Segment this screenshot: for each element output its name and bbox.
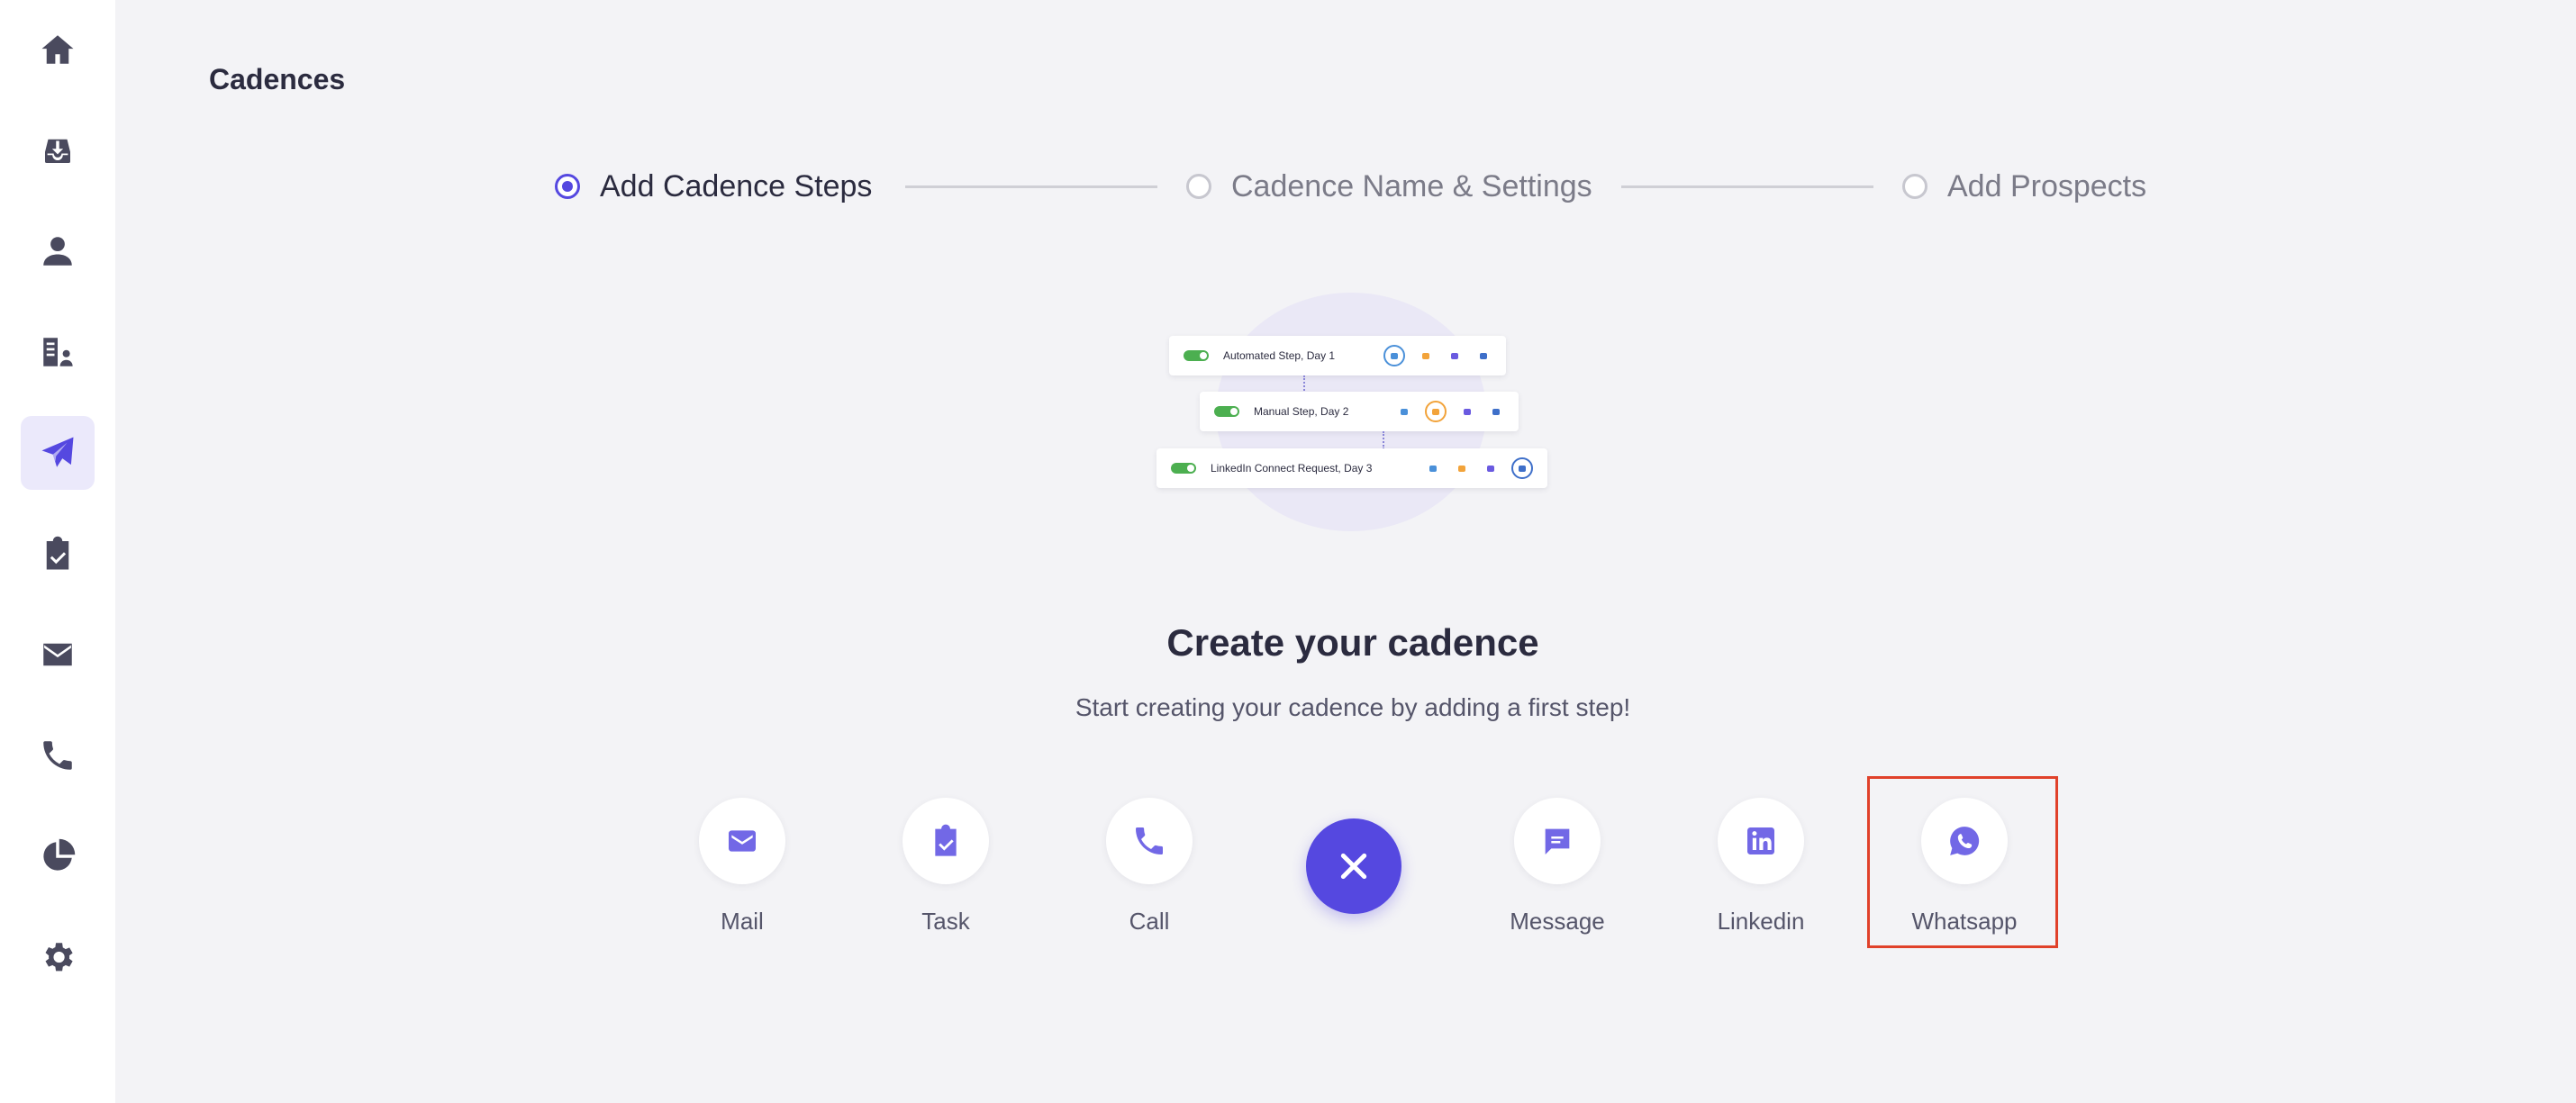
action-circle	[1718, 798, 1804, 884]
cadence-illustration: Automated Step, Day 1 Manual Step, Day 2…	[1153, 293, 1549, 536]
chat-message-icon	[1545, 828, 1570, 854]
action-label: Linkedin	[1717, 908, 1805, 935]
create-cadence-subheading: Start creating your cadence by adding a …	[1075, 693, 1631, 721]
action-circle	[699, 798, 785, 884]
toggle-on-icon	[1184, 350, 1209, 361]
message-icon	[1459, 403, 1475, 420]
mail-icon	[1425, 460, 1441, 476]
action-label: Message	[1510, 908, 1605, 935]
close-icon	[1340, 853, 1367, 880]
illustration-card: Manual Step, Day 2	[1200, 392, 1519, 431]
close-button[interactable]	[1306, 818, 1401, 914]
mail-icon	[1396, 403, 1412, 420]
phone-icon	[1136, 827, 1163, 854]
linkedin-icon	[1488, 403, 1504, 420]
sidebar-item-companies[interactable]	[21, 315, 95, 389]
illustration-card-label: Manual Step, Day 2	[1254, 405, 1349, 418]
linkedin-icon	[1747, 827, 1774, 854]
add-call-step-button[interactable]: Call	[1077, 798, 1221, 942]
sidebar-item-calls[interactable]	[21, 719, 95, 792]
step-radio	[1186, 174, 1211, 199]
person-icon	[43, 237, 72, 266]
sidebar-item-reports[interactable]	[21, 819, 95, 893]
phone-icon	[43, 741, 72, 770]
channel-icons	[1412, 457, 1533, 479]
add-linkedin-step-button[interactable]: Linkedin	[1689, 798, 1833, 942]
linkedin-icon	[1475, 348, 1492, 364]
phone-icon	[1425, 401, 1447, 422]
action-label: Call	[1129, 908, 1170, 935]
pie-chart-icon	[43, 838, 76, 871]
illustration-card-label: LinkedIn Connect Request, Day 3	[1211, 462, 1373, 475]
step-label: Cadence Name & Settings	[1231, 168, 1592, 203]
step-add-prospects[interactable]: Add Prospects	[1902, 162, 2146, 211]
clipboard-check-icon	[46, 536, 69, 570]
illustration-card: LinkedIn Connect Request, Day 3	[1156, 448, 1547, 488]
step-radio	[1902, 174, 1927, 199]
action-label: Task	[921, 908, 970, 935]
task-clipboard-icon	[935, 824, 957, 856]
mail-icon	[729, 830, 756, 852]
whatsapp-highlight-box	[1867, 776, 2058, 948]
stepper: Add Cadence Steps Cadence Name & Setting…	[0, 162, 2576, 211]
sidebar-item-home[interactable]	[21, 13, 95, 86]
message-icon	[1447, 348, 1463, 364]
illustration-card: Automated Step, Day 1	[1169, 336, 1506, 375]
channel-icons	[1383, 401, 1504, 422]
sidebar-item-cadences[interactable]	[21, 416, 95, 490]
building-icon	[43, 338, 73, 366]
message-icon	[1483, 460, 1499, 476]
gear-icon	[45, 943, 73, 972]
mail-icon	[1383, 345, 1405, 366]
action-circle	[903, 798, 989, 884]
illustration-connector	[1303, 375, 1305, 393]
paper-plane-icon	[41, 437, 74, 467]
home-icon	[41, 35, 74, 64]
phone-icon	[1418, 348, 1434, 364]
step-connector	[905, 185, 1157, 188]
action-circle	[1514, 798, 1601, 884]
phone-icon	[1454, 460, 1470, 476]
step-add-cadence-steps[interactable]: Add Cadence Steps	[555, 162, 872, 211]
sidebar-item-settings[interactable]	[21, 920, 95, 994]
step-label: Add Cadence Steps	[600, 168, 873, 203]
add-message-step-button[interactable]: Message	[1485, 798, 1629, 942]
toggle-on-icon	[1171, 463, 1196, 474]
action-label: Mail	[721, 908, 764, 935]
create-cadence-heading: Create your cadence	[1166, 621, 1539, 664]
linkedin-icon	[1511, 457, 1533, 479]
illustration-card-label: Automated Step, Day 1	[1223, 349, 1336, 362]
add-mail-step-button[interactable]: Mail	[670, 798, 814, 942]
step-connector	[1621, 185, 1873, 188]
step-cadence-name-settings[interactable]: Cadence Name & Settings	[1186, 162, 1592, 211]
sidebar-item-tasks[interactable]	[21, 517, 95, 591]
toggle-on-icon	[1214, 406, 1239, 417]
page-title: Cadences	[209, 63, 346, 95]
sidebar-item-contacts[interactable]	[21, 214, 95, 288]
action-circle	[1106, 798, 1193, 884]
channel-icons	[1371, 345, 1492, 366]
step-label: Add Prospects	[1947, 168, 2147, 203]
step-radio-active	[555, 174, 580, 199]
illustration-connector	[1383, 431, 1384, 449]
add-task-step-button[interactable]: Task	[874, 798, 1018, 942]
